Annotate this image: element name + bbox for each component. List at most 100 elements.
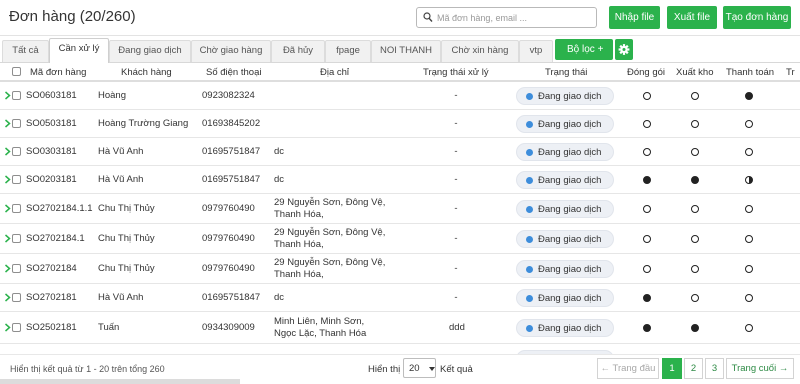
address: dc [274,146,285,157]
expand-chevron-icon[interactable] [4,119,11,128]
expand-chevron-icon[interactable] [4,91,11,100]
table-row[interactable]: SO2702184 Chu Thị Thủy 0979760490 29 Nguyễn… [0,254,800,284]
status-label: Đang giao dịch [538,119,602,130]
expand-chevron-icon[interactable] [4,264,11,273]
tab-all[interactable]: Tất cả [2,40,49,62]
packed-status-icon [643,265,651,273]
tab-in-transaction[interactable]: Đang giao dịch [109,40,191,62]
order-code[interactable]: SO0503181 [26,118,77,129]
tab-cancelled[interactable]: Đã hủy [271,40,325,62]
col-next[interactable]: Tr [786,67,795,78]
tab-to-process[interactable]: Cần xử lý [49,38,109,63]
table-row[interactable]: SO0503181 Hoàng Trường Giang 01693845202 - Đ… [0,110,800,138]
address: dc [274,174,285,185]
tab-awaiting-delivery[interactable]: Chờ giao hàng [191,40,271,62]
col-shipped[interactable]: Xuất kho [676,67,714,78]
order-code[interactable]: SO2702184.1 [26,233,85,244]
page-size-select[interactable]: 20 [403,358,436,378]
expand-chevron-icon[interactable] [4,204,11,213]
row-checkbox[interactable] [12,234,21,243]
phone-number: 0934309009 [202,322,255,333]
tab-awaiting-stock[interactable]: Chờ xin hàng [441,40,519,62]
paid-status-icon [745,294,753,302]
order-code[interactable]: SO2702181 [26,292,77,303]
order-code[interactable]: SO2702184 [26,263,77,274]
row-checkbox[interactable] [12,293,21,302]
search-input[interactable] [437,10,593,25]
col-paid[interactable]: Thanh toán [726,67,774,78]
customer-name: Chu Thị Thủy [98,233,155,244]
table-row[interactable]: SO0203181 Hà Vũ Anh 01695751847 dc - Đang gia… [0,166,800,194]
col-packed[interactable]: Đóng gói [627,67,665,78]
order-code[interactable]: SO0603181 [26,90,77,101]
row-checkbox[interactable] [12,91,21,100]
tab-noi-thanh[interactable]: NOI THANH [371,40,441,62]
shipped-status-icon [691,265,699,273]
expand-chevron-icon[interactable] [4,175,11,184]
phone-number: 01695751847 [202,292,261,303]
row-checkbox[interactable] [12,264,21,273]
import-file-button[interactable]: Nhập file [609,6,660,29]
status-label: Đang giao dịch [538,323,602,334]
shipped-status-icon [691,120,699,128]
row-checkbox[interactable] [12,147,21,156]
customer-name: Hà Vũ Anh [98,174,144,185]
page-button-2[interactable]: 2 [684,358,703,379]
table-row[interactable]: SO0303181 Hà Vũ Anh 01695751847 dc - Đang gia… [0,138,800,166]
select-all-checkbox[interactable] [12,67,21,76]
tab-fpage[interactable]: fpage [325,40,371,62]
page-size-label: Hiển thị [368,364,401,375]
tab-vtp[interactable]: vtp [519,40,553,62]
packed-status-icon [643,205,651,213]
filter-button[interactable]: Bộ lọc + [555,39,613,60]
search-icon [423,12,433,22]
order-code[interactable]: SO2702184.1.1 [26,203,93,214]
create-order-button[interactable]: Tạo đơn hàng [723,6,791,29]
col-process-status[interactable]: Trạng thái xử lý [423,67,489,78]
order-code[interactable]: SO0203181 [26,174,77,185]
col-status[interactable]: Trạng thái [545,67,587,78]
row-checkbox[interactable] [12,323,21,332]
paid-status-icon [745,92,753,100]
phone-number: 01693845202 [202,118,261,129]
col-address[interactable]: Địa chỉ [320,67,349,78]
customer-name: Hà Vũ Anh [98,146,144,157]
page-button-3[interactable]: 3 [705,358,724,379]
table-row[interactable]: SO2702181 Hà Vũ Anh 01695751847 dc - Đang gia… [0,284,800,312]
row-checkbox[interactable] [12,204,21,213]
horizontal-scrollbar[interactable] [0,379,240,384]
filter-settings-button[interactable] [615,39,633,60]
first-page-button[interactable]: ← Trang đầu [597,358,659,379]
status-dot-icon [526,206,533,213]
row-checkbox[interactable] [12,119,21,128]
table-row[interactable]: SO2702184.1 Chu Thị Thủy 0979760490 29 Nguy… [0,224,800,254]
export-file-button[interactable]: Xuất file [667,6,717,29]
pagination-bar: Hiển thị kết quả từ 1 - 20 trên tổng 260… [0,354,800,384]
paid-status-icon [745,176,753,184]
expand-chevron-icon[interactable] [4,234,11,243]
expand-chevron-icon[interactable] [4,323,11,332]
table-row[interactable]: SO2502181 Tuấn 0934309009 Minh Liên, Minh S… [0,312,800,344]
customer-name: Hoàng [98,90,126,101]
col-customer[interactable]: Khách hàng [121,67,172,78]
tab-bar: Tất cả Cần xử lý Đang giao dịch Chờ giao… [0,38,800,63]
process-status: - [454,263,458,274]
search-box[interactable] [416,7,597,28]
table-row[interactable]: SO2702184.1.1 Chu Thị Thủy 0979760490 29 Ng… [0,194,800,224]
order-code[interactable]: SO2502181 [26,322,77,333]
table-row[interactable]: SO2302181Khách lẻĐang giao dịch [0,344,800,354]
status-label: Đang giao dịch [538,175,602,186]
last-page-button[interactable]: Trang cuối → [726,358,794,379]
status-dot-icon [526,177,533,184]
shipped-status-icon [691,176,699,184]
page-button-1[interactable]: 1 [662,358,682,379]
order-code[interactable]: SO0303181 [26,146,77,157]
phone-number: 0979760490 [202,203,255,214]
expand-chevron-icon[interactable] [4,293,11,302]
table-row[interactable]: SO0603181 Hoàng 0923082324 - Đang giao dịch [0,82,800,110]
col-phone[interactable]: Số điện thoại [206,67,261,78]
expand-chevron-icon[interactable] [4,147,11,156]
col-order-code[interactable]: Mã đơn hàng [30,67,86,78]
shipped-status-icon [691,148,699,156]
row-checkbox[interactable] [12,175,21,184]
